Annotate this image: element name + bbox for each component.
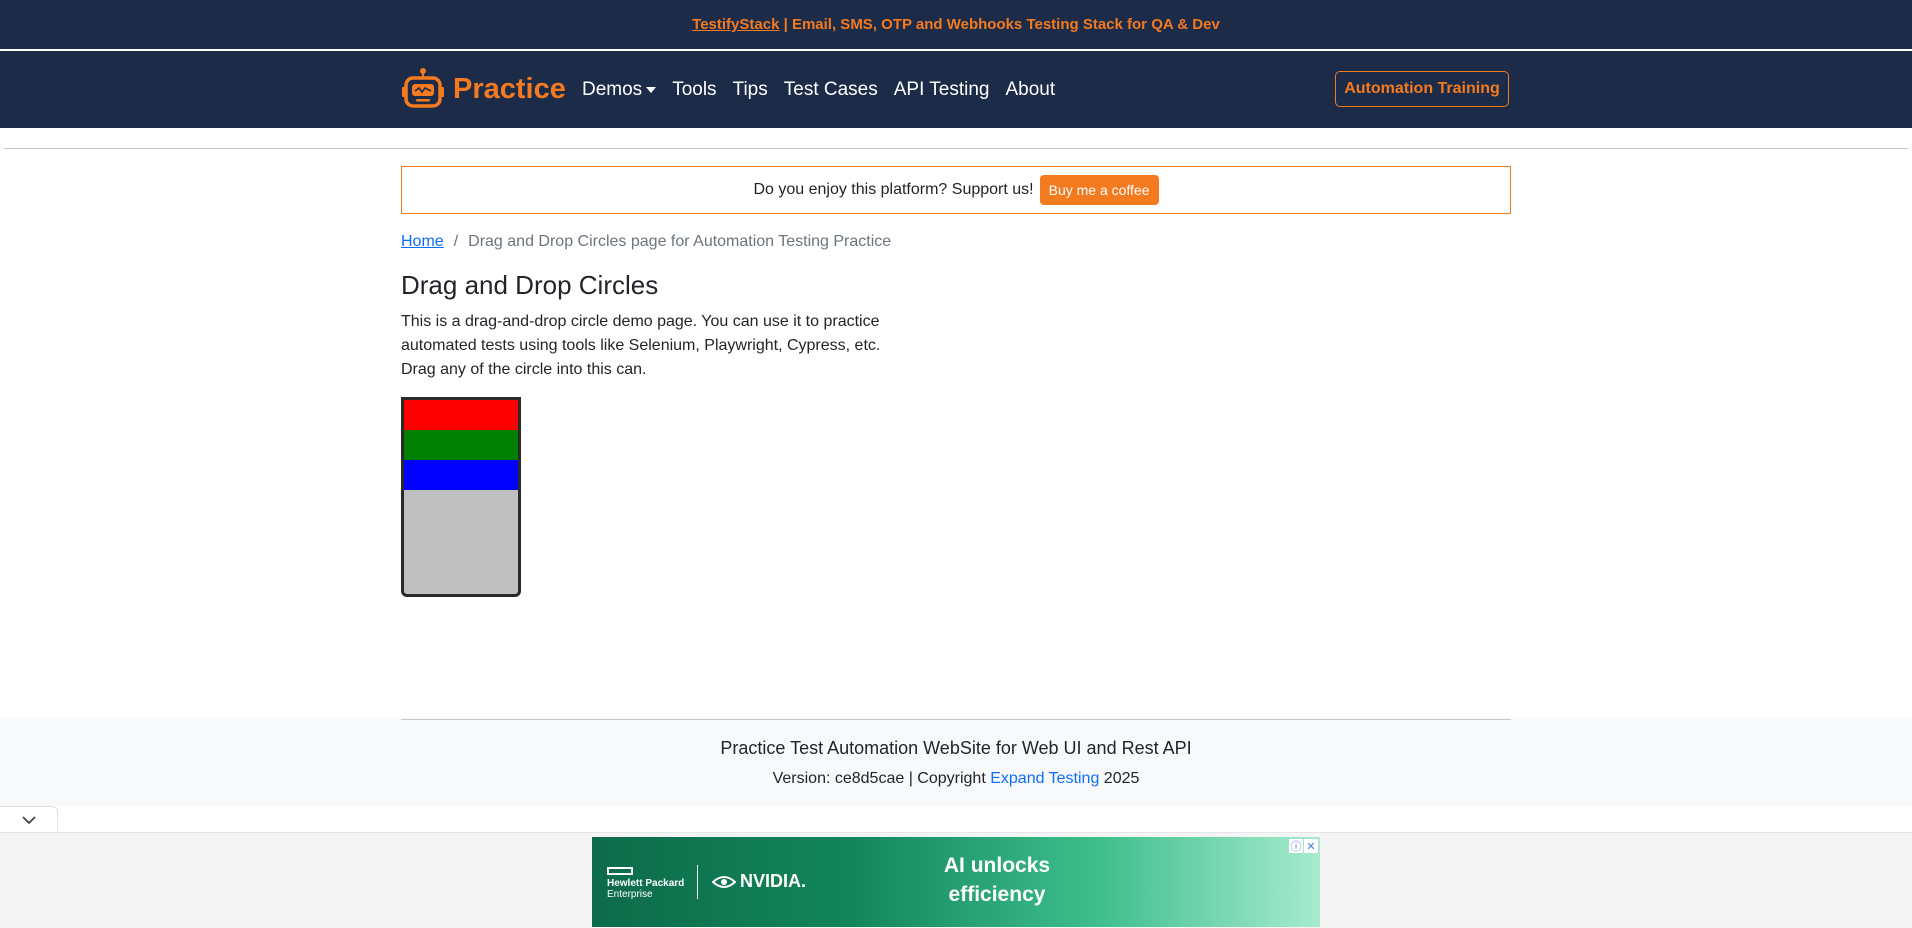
description-line: Drag any of the circle into this can. bbox=[401, 361, 647, 378]
breadcrumb: Home / Drag and Drop Circles page for Au… bbox=[401, 233, 891, 251]
red-circle-slot[interactable] bbox=[404, 400, 518, 430]
ad-info-icon[interactable]: ⓘ bbox=[1289, 839, 1303, 853]
footer-version: Version: ce8d5cae | Copyright Expand Tes… bbox=[0, 770, 1912, 788]
hpe-line1: Hewlett Packard bbox=[607, 878, 685, 889]
nav-demos-dropdown[interactable]: Demos bbox=[582, 78, 657, 101]
breadcrumb-home-link[interactable]: Home bbox=[401, 233, 444, 251]
nav-api-testing[interactable]: API Testing bbox=[894, 79, 990, 101]
drop-target-can[interactable] bbox=[401, 397, 521, 597]
footer-title: Practice Test Automation WebSite for Web… bbox=[720, 738, 1192, 758]
announcement-bar: TestifyStack | Email, SMS, OTP and Webho… bbox=[0, 0, 1912, 51]
breadcrumb-separator: / bbox=[453, 233, 459, 250]
ad-close-icon[interactable]: ✕ bbox=[1304, 839, 1318, 853]
testifystack-link[interactable]: TestifyStack bbox=[692, 16, 779, 33]
ad-choices: ⓘ ✕ bbox=[1288, 839, 1318, 853]
collapse-ad-button[interactable] bbox=[0, 806, 58, 833]
expand-testing-link[interactable]: Expand Testing bbox=[990, 770, 1099, 787]
support-text: Do you enjoy this platform? Support us! bbox=[753, 181, 1034, 198]
version-text: Version: ce8d5cae | Copyright bbox=[772, 770, 991, 787]
nvidia-eye-icon bbox=[712, 875, 736, 888]
footer-divider bbox=[401, 719, 1511, 720]
robot-logo-icon bbox=[402, 68, 444, 108]
caret-down-icon bbox=[646, 86, 657, 93]
description-line: This is a drag-and-drop circle demo page… bbox=[401, 313, 880, 330]
page-description: This is a drag-and-drop circle demo page… bbox=[401, 310, 891, 382]
main-navbar: Practice Demos Tools Tips Test Cases API… bbox=[0, 51, 1912, 128]
automation-training-button[interactable]: Automation Training bbox=[1335, 71, 1509, 107]
blue-circle-slot[interactable] bbox=[404, 460, 518, 490]
page-title: Drag and Drop Circles bbox=[401, 270, 659, 300]
ad-headline: AI unlocks efficiency bbox=[943, 854, 1051, 906]
green-circle-slot[interactable] bbox=[404, 430, 518, 460]
hpe-mark-icon bbox=[607, 867, 633, 875]
page-footer: Practice Test Automation WebSite for Web… bbox=[0, 718, 1912, 806]
nvidia-logo: NVIDIA. bbox=[712, 871, 806, 892]
nav-tips[interactable]: Tips bbox=[733, 79, 768, 101]
breadcrumb-current: Drag and Drop Circles page for Automatio… bbox=[468, 233, 892, 250]
hpe-line2: Enterprise bbox=[607, 889, 653, 900]
nav-about[interactable]: About bbox=[1006, 79, 1056, 101]
nav-tools[interactable]: Tools bbox=[672, 79, 716, 101]
chevron-down-icon bbox=[21, 816, 36, 825]
buy-coffee-button[interactable]: Buy me a coffee bbox=[1039, 175, 1159, 205]
copyright-year: 2025 bbox=[1099, 770, 1140, 787]
nav-menu: Demos Tools Tips Test Cases API Testing … bbox=[582, 51, 1071, 128]
brand-name: Practice bbox=[453, 72, 566, 105]
announcement-text: | Email, SMS, OTP and Webhooks Testing S… bbox=[779, 16, 1220, 33]
nav-demos-label: Demos bbox=[582, 78, 643, 100]
divider bbox=[4, 148, 1908, 149]
hpe-logo: Hewlett Packard Enterprise bbox=[607, 867, 684, 900]
description-line: automated tests using tools like Seleniu… bbox=[401, 337, 881, 354]
ad-divider bbox=[697, 865, 698, 899]
nav-test-cases[interactable]: Test Cases bbox=[784, 79, 878, 101]
support-banner: Do you enjoy this platform? Support us! … bbox=[401, 166, 1511, 214]
ad-banner[interactable]: Hewlett Packard Enterprise NVIDIA. AI un… bbox=[592, 837, 1320, 927]
brand-link[interactable]: Practice bbox=[401, 67, 566, 111]
nvidia-text: NVIDIA. bbox=[740, 871, 807, 891]
